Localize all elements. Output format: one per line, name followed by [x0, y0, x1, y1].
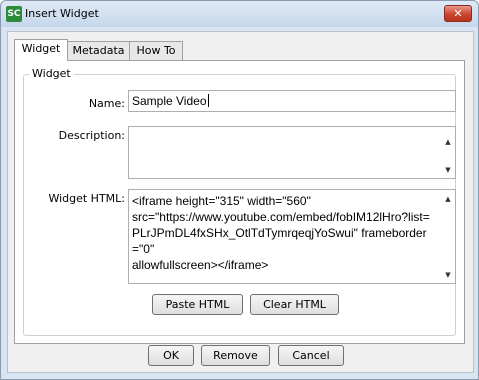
tab-widget[interactable]: Widget	[14, 39, 68, 61]
insert-widget-dialog: SC Insert Widget ✕ Widget Metadata How T…	[0, 0, 479, 380]
widget-html-value: <iframe height="315" width="560" src="ht…	[132, 194, 430, 272]
scroll-down-icon[interactable]: ▼	[444, 271, 452, 279]
window-title: Insert Widget	[25, 7, 99, 20]
widget-tab-panel: Widget Name: Sample Video Description: ▲…	[14, 60, 465, 344]
scroll-up-icon[interactable]: ▲	[444, 195, 452, 203]
tab-how-to[interactable]: How To	[129, 41, 183, 60]
description-textarea[interactable]: ▲ ▼	[128, 126, 456, 179]
remove-button[interactable]: Remove	[201, 345, 270, 366]
app-logo-icon: SC	[6, 6, 22, 22]
cancel-button[interactable]: Cancel	[278, 345, 344, 366]
name-input-value: Sample Video	[132, 94, 207, 108]
ok-button[interactable]: OK	[148, 345, 194, 366]
name-input[interactable]: Sample Video	[128, 90, 456, 112]
widget-group-legend: Widget	[29, 67, 74, 80]
scroll-up-icon[interactable]: ▲	[444, 138, 452, 146]
text-caret	[207, 94, 209, 107]
scroll-down-icon[interactable]: ▼	[444, 166, 452, 174]
widget-html-textarea[interactable]: <iframe height="315" width="560" src="ht…	[128, 189, 456, 284]
description-label: Description:	[58, 129, 125, 142]
paste-html-button[interactable]: Paste HTML	[152, 294, 243, 315]
dialog-body: Widget Metadata How To Widget Name: Samp…	[7, 31, 474, 373]
name-label: Name:	[88, 97, 125, 110]
title-bar[interactable]: SC Insert Widget ✕	[1, 1, 478, 27]
tab-metadata[interactable]: Metadata	[67, 41, 130, 60]
clear-html-button[interactable]: Clear HTML	[250, 294, 339, 315]
close-button[interactable]: ✕	[444, 5, 472, 22]
widget-html-label: Widget HTML:	[48, 192, 125, 205]
